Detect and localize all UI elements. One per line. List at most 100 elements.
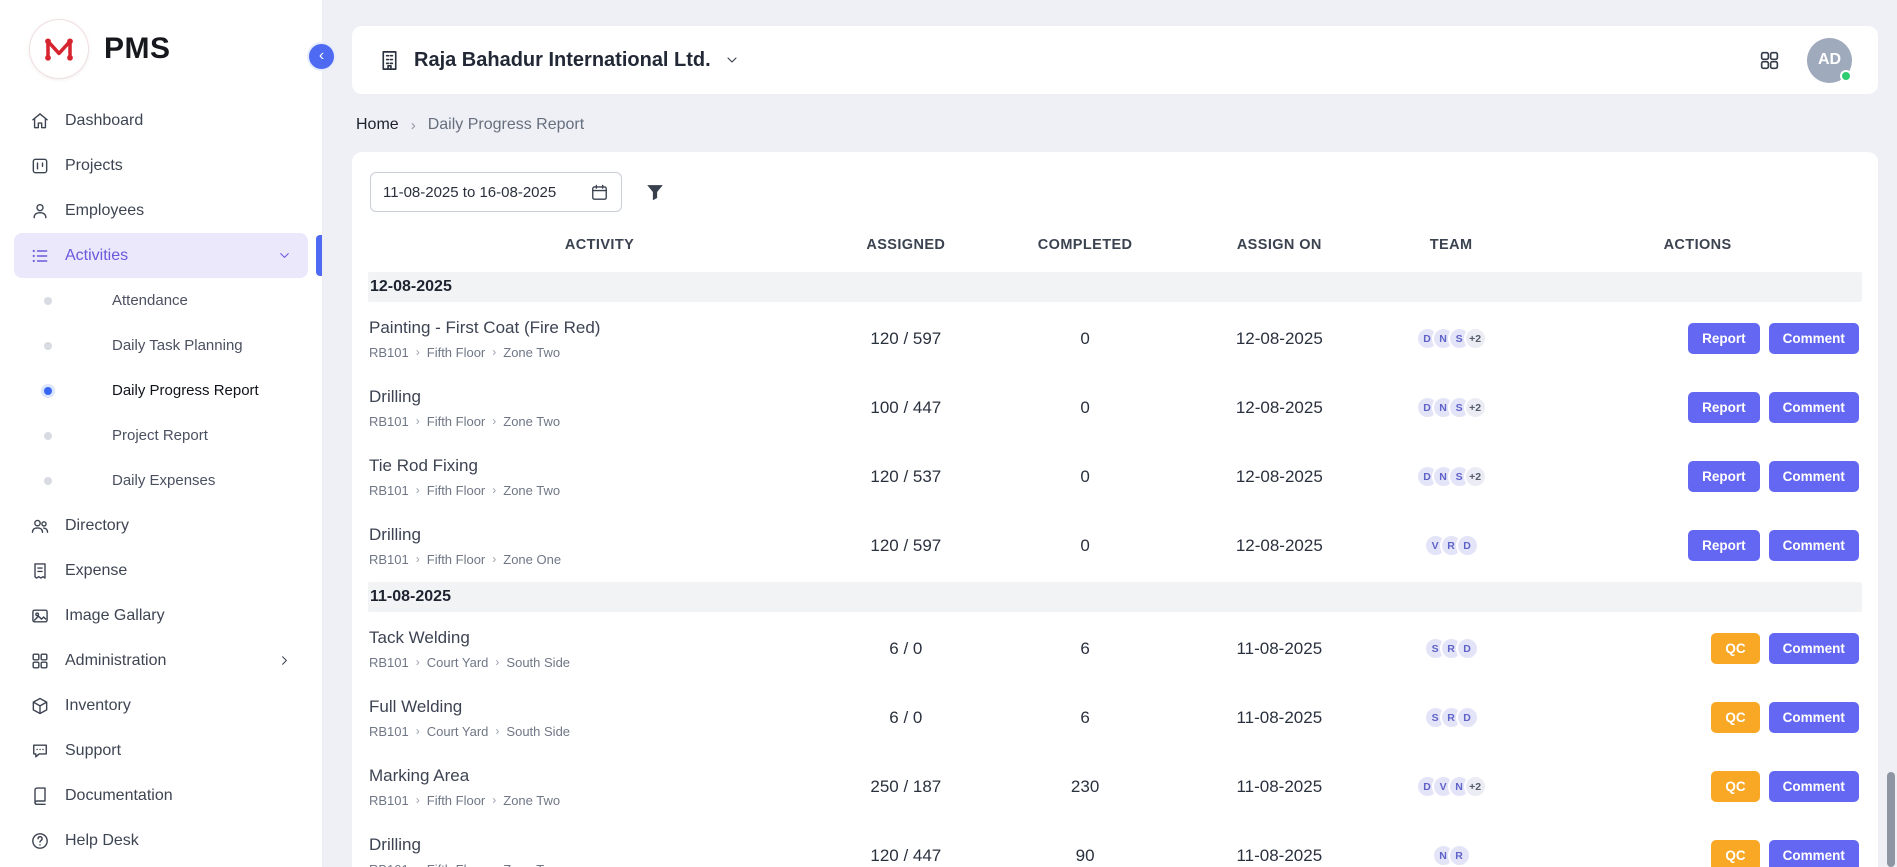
sidebar-subitem-label: Daily Task Planning bbox=[112, 337, 243, 354]
helpdesk-icon bbox=[30, 831, 50, 851]
qc-button[interactable]: QC bbox=[1711, 702, 1759, 733]
filter-row: 11-08-2025 to 16-08-2025 bbox=[368, 172, 1862, 212]
report-button[interactable]: Report bbox=[1688, 392, 1760, 423]
activity-cell: Tie Rod FixingRB101›Fifth Floor›Zone Two bbox=[368, 450, 831, 504]
activity-row: Painting - First Coat (Fire Red)RB101›Fi… bbox=[368, 304, 1862, 373]
sidebar-collapse-button[interactable]: ‹ bbox=[307, 42, 336, 71]
bullet-icon bbox=[44, 477, 52, 485]
completed-value: 6 bbox=[981, 708, 1190, 728]
chevron-right-icon: › bbox=[492, 345, 496, 359]
comment-button[interactable]: Comment bbox=[1769, 771, 1859, 802]
sidebar-item-administration[interactable]: Administration bbox=[14, 638, 308, 683]
assigned-value: 6 / 0 bbox=[831, 639, 980, 659]
sidebar-item-employees[interactable]: Employees bbox=[14, 188, 308, 233]
sidebar-subitem-daily-progress-report[interactable]: Daily Progress Report bbox=[0, 368, 322, 413]
sidebar-item-activities[interactable]: Activities bbox=[14, 233, 308, 278]
activity-row: DrillingRB101›Fifth Floor›Zone Two100 / … bbox=[368, 373, 1862, 442]
team-cell: VRD bbox=[1369, 534, 1533, 557]
sidebar-subitem-daily-expenses[interactable]: Daily Expenses bbox=[0, 458, 322, 503]
date-range-input[interactable]: 11-08-2025 to 16-08-2025 bbox=[370, 172, 622, 212]
apps-grid-icon[interactable] bbox=[1758, 49, 1781, 72]
sidebar-item-inventory[interactable]: Inventory bbox=[14, 683, 308, 728]
location-segment: RB101 bbox=[369, 724, 409, 739]
bullet-icon bbox=[44, 342, 52, 350]
filter-icon[interactable] bbox=[644, 181, 666, 203]
sidebar-item-documentation[interactable]: Documentation bbox=[14, 773, 308, 818]
chevron-right-icon: › bbox=[495, 724, 499, 738]
activity-cell: DrillingRB101›Fifth Floor›Zone One bbox=[368, 519, 831, 573]
sidebar-subitem-label: Attendance bbox=[112, 292, 188, 309]
chevron-right-icon: › bbox=[416, 414, 420, 428]
chevron-right-icon: › bbox=[416, 862, 420, 867]
comment-button[interactable]: Comment bbox=[1769, 461, 1859, 492]
column-header-actions: ACTIONS bbox=[1533, 237, 1862, 253]
location-segment: Fifth Floor bbox=[427, 483, 486, 498]
sidebar-item-label: Image Gallary bbox=[65, 607, 165, 625]
report-button[interactable]: Report bbox=[1688, 323, 1760, 354]
activity-row: Marking AreaRB101›Fifth Floor›Zone Two25… bbox=[368, 752, 1862, 821]
activity-cell: Full WeldingRB101›Court Yard›South Side bbox=[368, 691, 831, 745]
assign-on-date: 11-08-2025 bbox=[1190, 708, 1369, 728]
team-cell: SRD bbox=[1369, 637, 1533, 660]
location-segment: RB101 bbox=[369, 345, 409, 360]
comment-button[interactable]: Comment bbox=[1769, 702, 1859, 733]
team-extra-count[interactable]: +2 bbox=[1464, 465, 1487, 488]
team-extra-count[interactable]: +2 bbox=[1464, 327, 1487, 350]
sidebar-item-help-desk[interactable]: Help Desk bbox=[14, 818, 308, 863]
activity-title: Tack Welding bbox=[369, 628, 821, 648]
qc-button[interactable]: QC bbox=[1711, 633, 1759, 664]
sidebar-item-label: Administration bbox=[65, 652, 166, 670]
comment-button[interactable]: Comment bbox=[1769, 323, 1859, 354]
scrollbar-thumb[interactable] bbox=[1887, 772, 1895, 867]
activity-cell: Tack WeldingRB101›Court Yard›South Side bbox=[368, 622, 831, 676]
sidebar-item-label: Projects bbox=[65, 157, 123, 175]
completed-value: 0 bbox=[981, 329, 1190, 349]
company-selector[interactable]: Raja Bahadur International Ltd. bbox=[378, 49, 740, 72]
location-segment: Zone Two bbox=[503, 345, 560, 360]
activity-cell: Painting - First Coat (Fire Red)RB101›Fi… bbox=[368, 312, 831, 366]
team-extra-count[interactable]: +2 bbox=[1464, 775, 1487, 798]
completed-value: 0 bbox=[981, 536, 1190, 556]
logo-m-icon bbox=[37, 27, 81, 71]
chevron-right-icon: › bbox=[492, 552, 496, 566]
comment-button[interactable]: Comment bbox=[1769, 840, 1859, 867]
sidebar-item-expense[interactable]: Expense bbox=[14, 548, 308, 593]
calendar-icon bbox=[590, 183, 609, 202]
gallery-icon bbox=[30, 606, 50, 626]
location-segment: Court Yard bbox=[427, 655, 489, 670]
assigned-value: 120 / 597 bbox=[831, 536, 980, 556]
user-avatar[interactable]: AD bbox=[1807, 38, 1852, 83]
sidebar-subitem-daily-task-planning[interactable]: Daily Task Planning bbox=[0, 323, 322, 368]
report-button[interactable]: Report bbox=[1688, 530, 1760, 561]
sidebar-subitem-attendance[interactable]: Attendance bbox=[0, 278, 322, 323]
chevron-right-icon: › bbox=[416, 724, 420, 738]
team-cell: DNS+2 bbox=[1369, 327, 1533, 350]
breadcrumb-home[interactable]: Home bbox=[356, 116, 399, 134]
sidebar-item-directory[interactable]: Directory bbox=[14, 503, 308, 548]
sidebar-item-dashboard[interactable]: Dashboard bbox=[14, 98, 308, 143]
chevron-right-icon: › bbox=[416, 345, 420, 359]
actions-cell: QC Comment bbox=[1533, 633, 1862, 664]
sidebar-item-support[interactable]: Support bbox=[14, 728, 308, 773]
sidebar-subitem-project-report[interactable]: Project Report bbox=[0, 413, 322, 458]
location-segment: RB101 bbox=[369, 483, 409, 498]
chevron-right-icon: › bbox=[492, 793, 496, 807]
sidebar-item-projects[interactable]: Projects bbox=[14, 143, 308, 188]
comment-button[interactable]: Comment bbox=[1769, 633, 1859, 664]
group-date: 12-08-2025 bbox=[370, 278, 452, 296]
team-extra-count[interactable]: +2 bbox=[1464, 396, 1487, 419]
sidebar-item-image-gallary[interactable]: Image Gallary bbox=[14, 593, 308, 638]
sidebar-item-label: Dashboard bbox=[65, 112, 143, 130]
report-button[interactable]: Report bbox=[1688, 461, 1760, 492]
comment-button[interactable]: Comment bbox=[1769, 392, 1859, 423]
completed-value: 230 bbox=[981, 777, 1190, 797]
qc-button[interactable]: QC bbox=[1711, 840, 1759, 867]
group-date: 11-08-2025 bbox=[370, 588, 451, 606]
qc-button[interactable]: QC bbox=[1711, 771, 1759, 802]
administration-icon bbox=[30, 651, 50, 671]
assign-on-date: 12-08-2025 bbox=[1190, 329, 1369, 349]
assign-on-date: 11-08-2025 bbox=[1190, 777, 1369, 797]
comment-button[interactable]: Comment bbox=[1769, 530, 1859, 561]
chevron-right-icon: › bbox=[416, 483, 420, 497]
table-body: 12-08-2025Painting - First Coat (Fire Re… bbox=[368, 272, 1862, 867]
